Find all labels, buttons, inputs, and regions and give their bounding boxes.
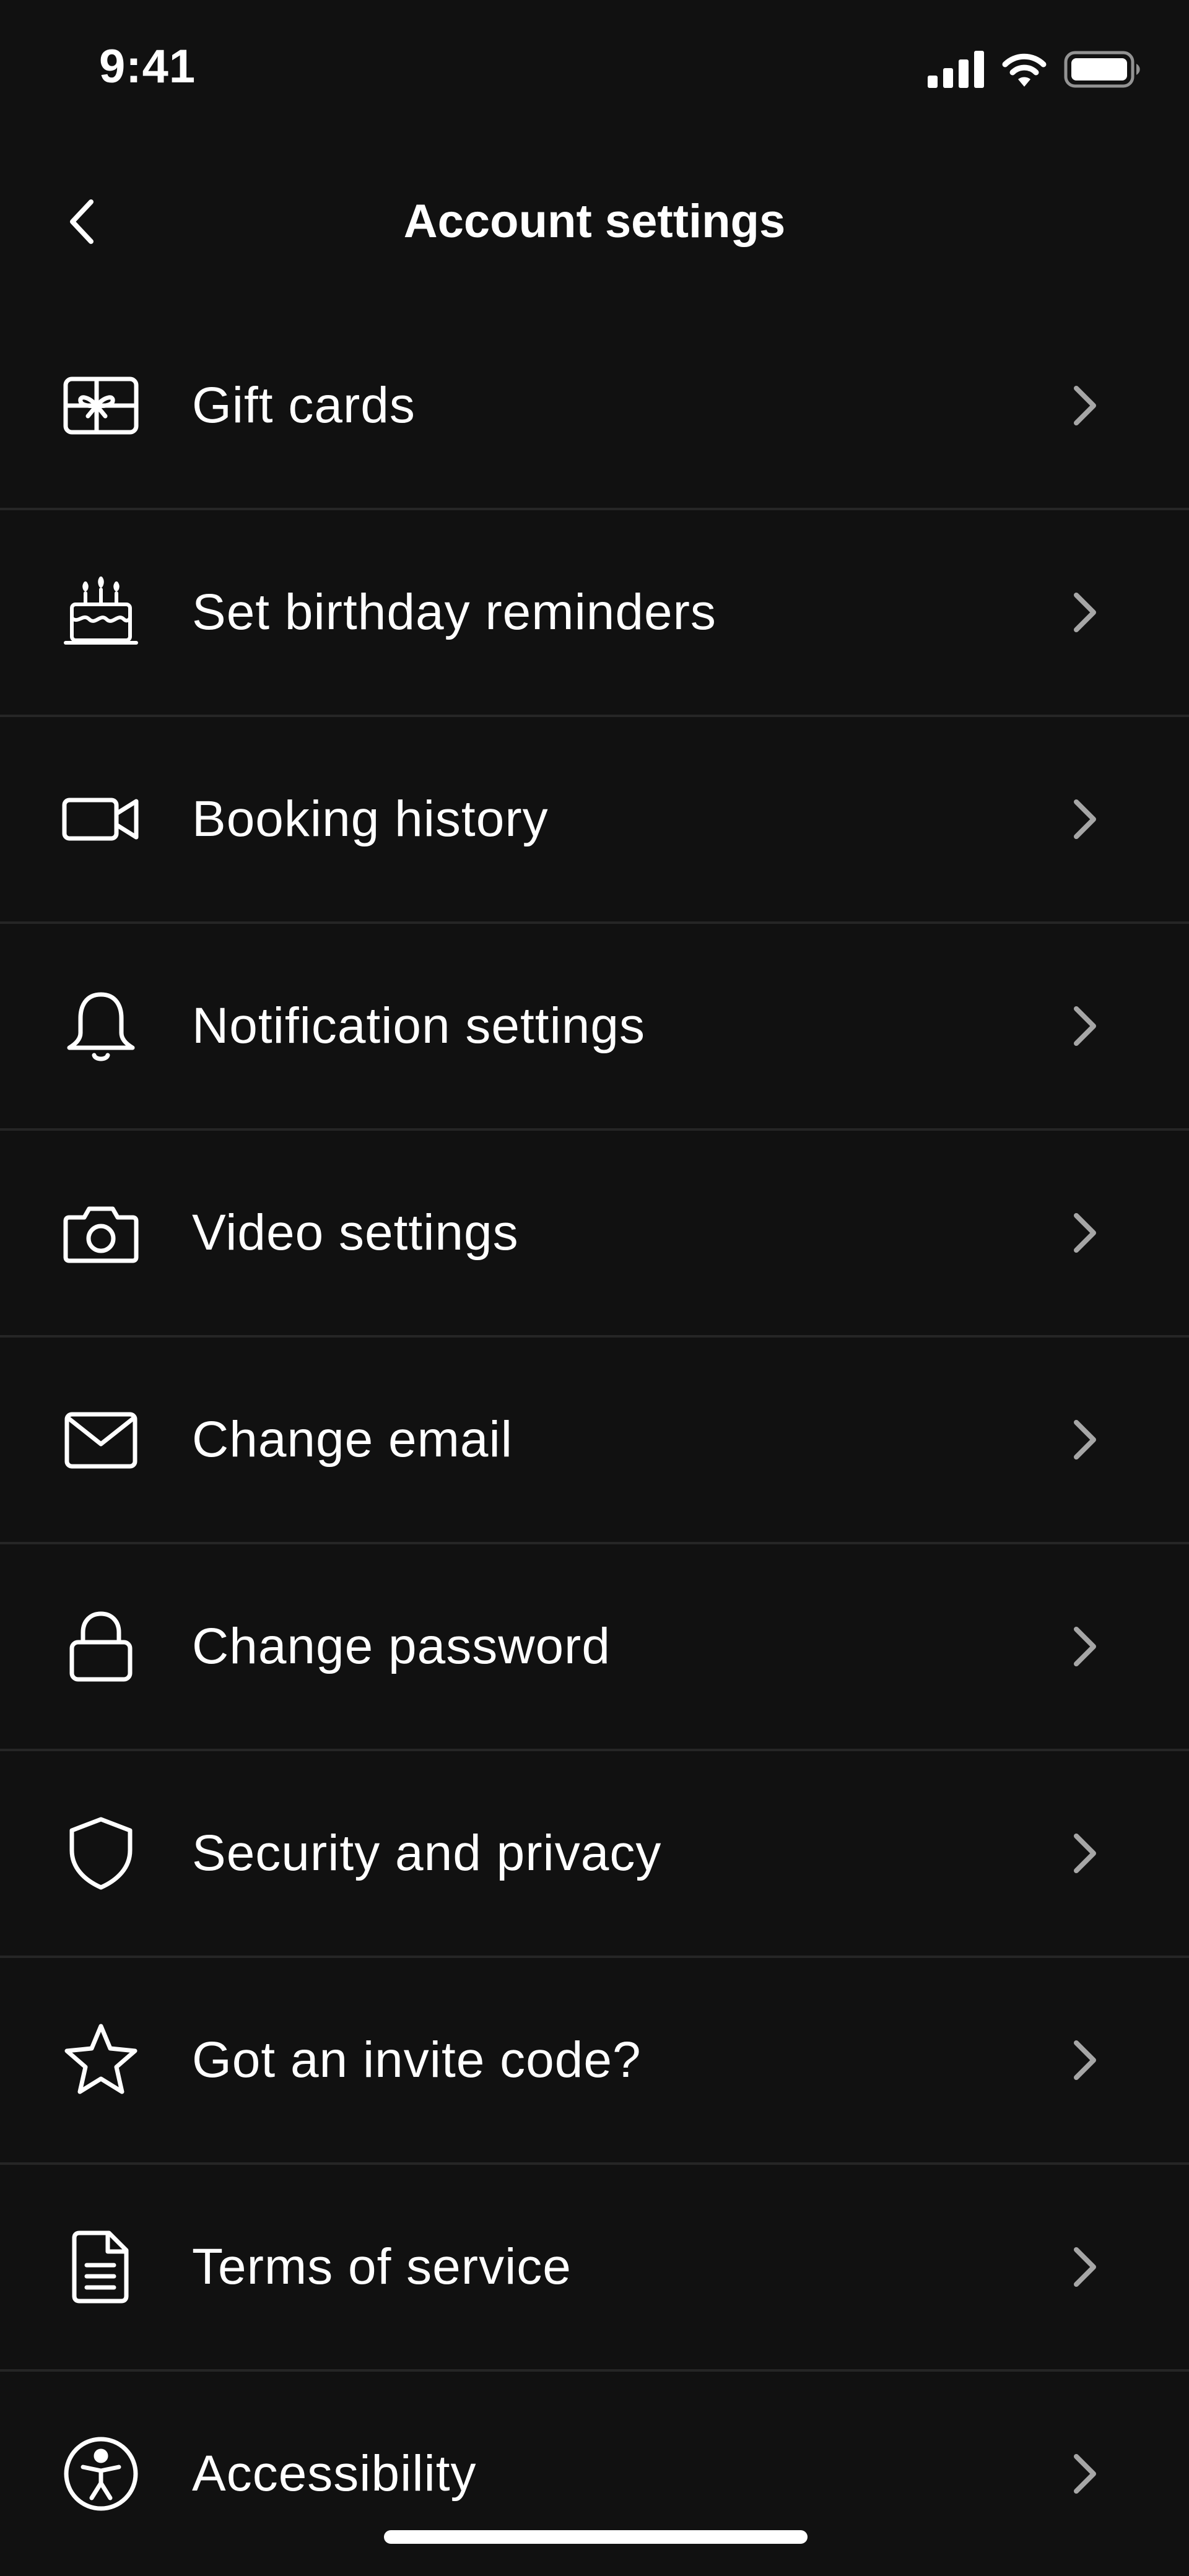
- status-icons: [928, 51, 1141, 88]
- header: Account settings: [0, 167, 1189, 279]
- cellular-signal-icon: [928, 51, 985, 88]
- camera-icon: [61, 1193, 141, 1273]
- settings-item-gift-cards[interactable]: Gift cards: [0, 303, 1189, 510]
- chevron-right-icon: [1059, 381, 1108, 430]
- settings-item-birthday-reminders[interactable]: Set birthday reminders: [0, 510, 1189, 717]
- home-indicator: [384, 2530, 808, 2544]
- accessibility-icon: [61, 2434, 141, 2514]
- chevron-right-icon: [1059, 1622, 1108, 1671]
- settings-item-label: Accessibility: [192, 2445, 477, 2502]
- chevron-right-icon: [1059, 794, 1108, 844]
- chevron-right-icon: [1059, 2035, 1108, 2085]
- settings-item-security-privacy[interactable]: Security and privacy: [0, 1751, 1189, 1958]
- settings-item-label: Video settings: [192, 1204, 519, 1261]
- settings-list: Gift cards Set birthday reminders Bookin…: [0, 303, 1189, 2576]
- chevron-right-icon: [1059, 1829, 1108, 1878]
- settings-item-label: Got an invite code?: [192, 2032, 642, 2088]
- settings-item-video-settings[interactable]: Video settings: [0, 1131, 1189, 1338]
- settings-item-booking-history[interactable]: Booking history: [0, 717, 1189, 924]
- bell-icon: [61, 986, 141, 1066]
- chevron-right-icon: [1059, 1208, 1108, 1258]
- envelope-icon: [61, 1399, 141, 1480]
- chevron-right-icon: [1059, 2242, 1108, 2292]
- shield-icon: [61, 1813, 141, 1894]
- settings-item-label: Set birthday reminders: [192, 584, 716, 640]
- settings-item-label: Change email: [192, 1411, 513, 1468]
- settings-item-label: Gift cards: [192, 377, 416, 433]
- settings-item-label: Terms of service: [192, 2239, 572, 2295]
- chevron-right-icon: [1059, 2449, 1108, 2499]
- wifi-icon: [1001, 51, 1048, 88]
- lock-icon: [61, 1606, 141, 1687]
- chevron-right-icon: [1059, 588, 1108, 637]
- gift-card-icon: [61, 365, 141, 446]
- settings-item-terms-of-service[interactable]: Terms of service: [0, 2165, 1189, 2372]
- settings-item-label: Security and privacy: [192, 1825, 662, 1881]
- battery-icon: [1064, 51, 1141, 88]
- settings-item-change-password[interactable]: Change password: [0, 1544, 1189, 1751]
- settings-item-label: Change password: [192, 1618, 611, 1674]
- status-time: 9:41: [99, 40, 196, 93]
- document-icon: [61, 2227, 141, 2307]
- settings-item-notification-settings[interactable]: Notification settings: [0, 924, 1189, 1131]
- star-icon: [61, 2020, 141, 2100]
- page-title: Account settings: [403, 195, 786, 248]
- settings-item-invite-code[interactable]: Got an invite code?: [0, 1958, 1189, 2165]
- settings-item-change-email[interactable]: Change email: [0, 1338, 1189, 1544]
- settings-item-label: Booking history: [192, 791, 549, 847]
- chevron-right-icon: [1059, 1415, 1108, 1464]
- settings-item-accessibility[interactable]: Accessibility: [0, 2372, 1189, 2576]
- chevron-right-icon: [1059, 1001, 1108, 1051]
- status-bar: 9:41: [0, 0, 1189, 142]
- birthday-cake-icon: [61, 572, 141, 653]
- settings-item-label: Notification settings: [192, 998, 646, 1054]
- video-camera-icon: [61, 779, 141, 859]
